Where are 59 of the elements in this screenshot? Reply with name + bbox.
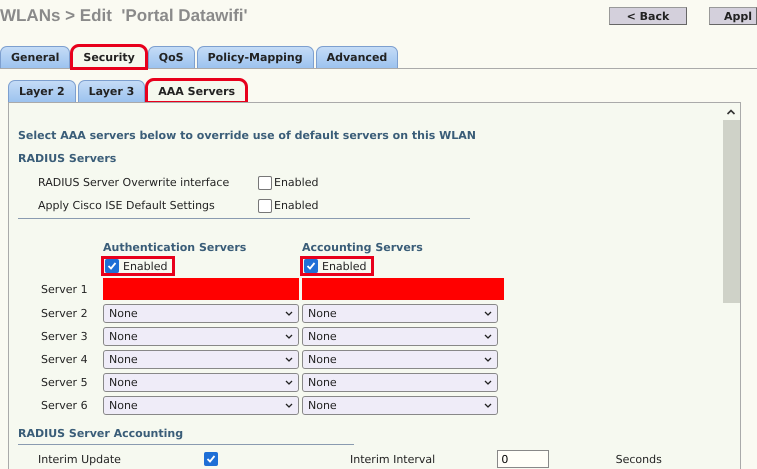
chevron-down-icon bbox=[285, 380, 293, 385]
option-label: Interim Update bbox=[38, 452, 122, 466]
checkbox[interactable] bbox=[304, 259, 318, 273]
intro-text: Select AAA servers below to override use of default servers on this WLAN bbox=[18, 129, 477, 142]
checkbox[interactable] bbox=[204, 452, 218, 466]
field-label: Interim Interval bbox=[350, 452, 436, 466]
column-heading: Accounting Servers bbox=[302, 241, 424, 254]
dropdown[interactable]: None bbox=[302, 396, 498, 415]
header-button[interactable]: Appl bbox=[708, 7, 757, 25]
unit-label: Seconds bbox=[616, 452, 663, 466]
tab[interactable]: QoS bbox=[148, 46, 195, 68]
column-heading: Authentication Servers bbox=[103, 241, 248, 254]
chevron-down-icon bbox=[285, 357, 293, 362]
dropdown[interactable]: None bbox=[302, 304, 498, 323]
scroll-up-icon[interactable] bbox=[726, 108, 736, 116]
section-heading: RADIUS Server Accounting bbox=[18, 427, 184, 440]
dropdown[interactable]: None bbox=[103, 350, 299, 369]
chevron-down-icon bbox=[484, 334, 492, 339]
tab[interactable]: AAA Servers bbox=[147, 80, 246, 102]
checkbox-label: Enabled bbox=[123, 260, 168, 272]
checkbox-label: Enabled bbox=[274, 199, 318, 212]
server-label: Server 5 bbox=[40, 376, 89, 389]
scrollbar-thumb[interactable] bbox=[722, 120, 740, 303]
dropdown[interactable]: None bbox=[103, 396, 299, 415]
tab[interactable]: Security bbox=[72, 46, 146, 68]
header-button[interactable]: < Back bbox=[608, 7, 687, 25]
dropdown[interactable]: None bbox=[103, 373, 299, 392]
dropdown[interactable]: None bbox=[302, 350, 498, 369]
tab[interactable]: Layer 2 bbox=[8, 80, 76, 102]
server-label: Server 3 bbox=[40, 330, 89, 343]
tab[interactable]: Policy-Mapping bbox=[196, 46, 314, 68]
option-label: RADIUS Server Overwrite interface bbox=[38, 176, 230, 189]
input-field[interactable]: 0 bbox=[497, 450, 550, 468]
checkbox[interactable] bbox=[105, 259, 119, 273]
checkbox-label: Enabled bbox=[322, 260, 366, 272]
chevron-down-icon bbox=[484, 311, 492, 316]
tab[interactable]: Layer 3 bbox=[78, 80, 146, 102]
chevron-down-icon bbox=[285, 311, 293, 316]
tab[interactable]: Advanced bbox=[316, 46, 398, 68]
checkbox[interactable] bbox=[258, 198, 272, 212]
tab[interactable]: General bbox=[0, 46, 70, 68]
chevron-down-icon bbox=[484, 403, 492, 408]
section-heading: RADIUS Servers bbox=[18, 152, 118, 165]
chevron-down-icon bbox=[484, 380, 492, 385]
chevron-down-icon bbox=[484, 357, 492, 362]
option-label: Apply Cisco ISE Default Settings bbox=[38, 199, 216, 212]
server-label: Server 4 bbox=[40, 353, 89, 366]
page-title: WLANs > Edit 'Portal Datawifi' bbox=[0, 6, 248, 26]
server-label: Server 1 bbox=[40, 282, 89, 296]
dropdown[interactable]: None bbox=[103, 304, 299, 323]
chevron-down-icon bbox=[285, 334, 293, 339]
server-label: Server 2 bbox=[40, 307, 89, 320]
server-label: Server 6 bbox=[40, 399, 89, 412]
checkbox[interactable] bbox=[258, 176, 272, 190]
dropdown[interactable]: None bbox=[302, 373, 498, 392]
dropdown[interactable]: None bbox=[103, 327, 299, 346]
chevron-down-icon bbox=[285, 403, 293, 408]
checkbox-label: Enabled bbox=[274, 176, 318, 189]
dropdown[interactable]: None bbox=[302, 327, 498, 346]
